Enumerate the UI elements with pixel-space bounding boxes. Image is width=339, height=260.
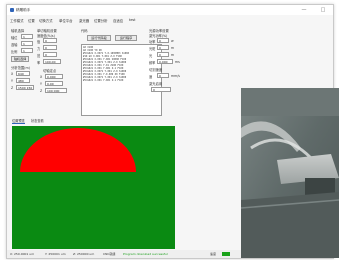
point-label: X [40, 75, 43, 79]
point-field[interactable]: 100 000 [45, 88, 67, 93]
camera-feed-image [241, 88, 339, 258]
status-z: Z: 250000 um [73, 252, 95, 256]
status-indicator [222, 252, 230, 256]
laser-row-label: 光 [149, 54, 153, 58]
single-row-label: 范 [37, 54, 41, 58]
speed-unit: mm/s [171, 74, 180, 78]
laser-enable-field[interactable]: 0 [151, 87, 171, 92]
menu-analysis[interactable]: 位置分析 [94, 18, 108, 23]
status-y: Y: 250001 um [45, 252, 66, 256]
analysis-range-title: 分析范围(m) [11, 66, 30, 70]
tab-position-preview[interactable]: 位置预览 [12, 118, 25, 124]
menu-platform[interactable]: 单位平台 [59, 18, 73, 23]
run-code-segment-button[interactable]: 运行代码段 [87, 35, 111, 41]
axis-row-label: 选轴 [11, 43, 18, 47]
point-field[interactable]: 0.00 [45, 81, 63, 86]
menu-bar: 工作模式 位置 切换方式 单位平台 激光器 位置分析 自适应 test [7, 16, 333, 24]
laser-row-unit: m [171, 53, 175, 57]
preview-svg [20, 128, 136, 172]
status-tail: 速度 [210, 252, 217, 256]
single-row-label: 值 [37, 40, 41, 44]
status-message: Program download successful [123, 252, 168, 256]
laser-row-unit: ms [175, 60, 180, 64]
point-field[interactable]: 0.000 [45, 74, 63, 79]
tab-status-view[interactable]: 状态查看 [31, 118, 44, 123]
laser-row-field[interactable]: 0 [157, 52, 169, 57]
point-label: Z [40, 89, 43, 93]
status-x: X: 250.0001 um [10, 252, 35, 256]
coord-field[interactable]: 1500 150 [16, 85, 34, 90]
single-row-field[interactable]: 0 [43, 52, 57, 57]
single-row-label: 力 [37, 47, 41, 51]
laser-row-label: 光斑 [149, 47, 156, 51]
coord-label: Y [11, 79, 13, 83]
axis-select-button[interactable]: 轴机选择 [11, 56, 29, 62]
status-cnc: CNC就绪 [103, 252, 116, 256]
laser-row-label: 频率 [149, 61, 156, 65]
menu-work-mode[interactable]: 工作模式 [10, 18, 24, 23]
single-row-field[interactable]: 0 [43, 38, 57, 43]
coord-field[interactable]: 640 [16, 71, 30, 76]
menu-adaptive[interactable]: 自适应 [113, 18, 123, 23]
laser-row-field[interactable]: 0 [157, 45, 169, 50]
coord-label: X [11, 72, 14, 76]
menu-test[interactable]: test [129, 18, 136, 22]
single-row-field[interactable]: 0 [43, 45, 57, 50]
menu-laser[interactable]: 激光器 [79, 18, 89, 23]
coord-label: Z [11, 86, 14, 90]
axis-row-field[interactable]: 1 [21, 34, 33, 39]
laser-enable-title: 激光启用 [149, 82, 163, 86]
cut-point-title: 切轴定点 [43, 69, 57, 73]
app-icon [10, 8, 14, 12]
laser-row-unit: w [171, 39, 174, 43]
point-label: Y [40, 82, 42, 86]
red-half-disc [20, 128, 136, 172]
single-row-field[interactable]: 100.00 [43, 59, 61, 64]
laser-row-unit: m [171, 46, 175, 50]
minimize-icon[interactable]: — [299, 6, 309, 14]
code-panel-title: 代码 [81, 29, 88, 33]
laser-row-field[interactable]: 0.000 [157, 59, 173, 64]
menu-position[interactable]: 位置 [28, 18, 35, 23]
preview-canvas[interactable] [12, 126, 175, 249]
maximize-icon[interactable]: □ [318, 6, 328, 14]
laser-row-label: 功率 [149, 40, 156, 44]
single-row-label: 率 [37, 61, 41, 65]
speed-field[interactable]: 0 [157, 73, 169, 78]
axis-row-field[interactable]: 1 [21, 41, 33, 46]
axis-row-field[interactable]: 1 [21, 48, 33, 53]
title-bar: 精雕助手 — □ [7, 5, 333, 15]
menu-switch[interactable]: 切换方式 [39, 18, 53, 23]
axis-panel-title: 轴机选择 [11, 29, 25, 33]
run-program-button[interactable]: 运行程序 [115, 35, 137, 41]
axis-row-label: 比例 [11, 50, 18, 54]
laser-row-field[interactable]: 0 [157, 38, 169, 43]
cut-speed-title: 切割速度 [149, 68, 163, 72]
window-title: 精雕助手 [16, 8, 31, 12]
speed-label: 速 [149, 75, 153, 79]
coord-field[interactable]: 480 [16, 78, 30, 83]
axis-row-label: 轴位 [11, 36, 18, 40]
